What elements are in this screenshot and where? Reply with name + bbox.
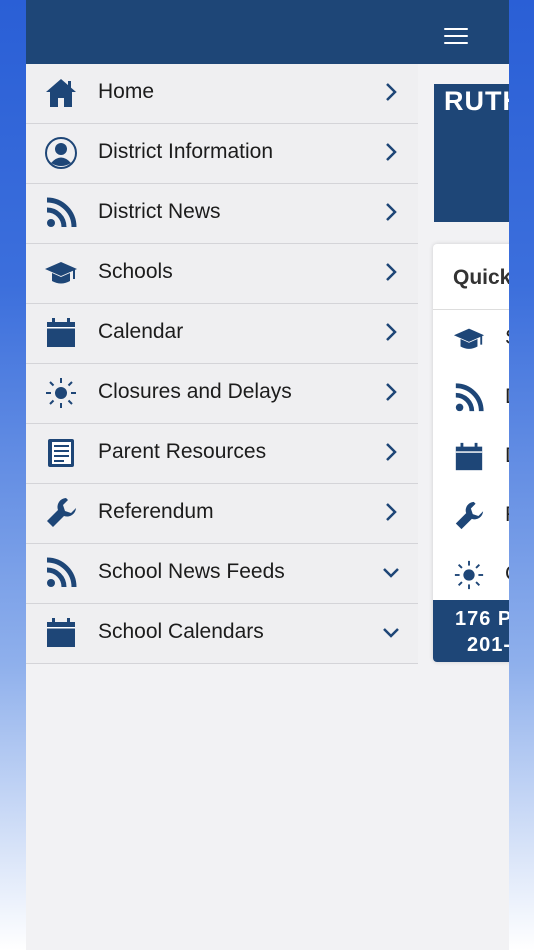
calendar-icon <box>47 618 75 647</box>
wrench-icon <box>47 498 76 527</box>
quick-link-schools[interactable]: S <box>453 318 509 358</box>
chevron-right-icon <box>386 203 397 221</box>
rss-icon <box>455 383 484 412</box>
chevron-down-icon <box>383 568 399 578</box>
quick-links-card: Quick S D D R C 176 P <box>433 244 509 662</box>
chevron-right-icon <box>386 263 397 281</box>
book-icon <box>48 439 74 467</box>
address-line-1: 176 P <box>455 608 509 630</box>
menu-item-referendum[interactable]: Referendum <box>26 484 418 544</box>
menu-item-label: Calendar <box>98 320 184 343</box>
rss-icon <box>46 197 77 228</box>
menu-item-district-news[interactable]: District News <box>26 184 418 244</box>
person-icon <box>45 137 77 169</box>
menu-item-label: Home <box>98 80 155 103</box>
menu-item-school-calendars[interactable]: School Calendars <box>26 604 418 664</box>
menu-item-calendar[interactable]: Calendar <box>26 304 418 364</box>
quick-links-title: Quick <box>453 266 509 289</box>
quick-link-label: D <box>505 444 509 468</box>
chevron-right-icon <box>386 83 397 101</box>
quick-link-label: C <box>505 562 509 586</box>
calendar-icon <box>455 442 483 471</box>
home-icon <box>46 79 76 107</box>
chevron-right-icon <box>386 323 397 341</box>
chevron-right-icon <box>386 383 397 401</box>
menu-item-parent-resources[interactable]: Parent Resources <box>26 424 418 484</box>
quick-link-referendum[interactable]: R <box>453 495 509 535</box>
divider <box>433 309 509 310</box>
menu-item-label: Closures and Delays <box>98 380 292 403</box>
address-footer: 176 P 201- <box>433 600 509 662</box>
graduation-cap-icon <box>45 262 77 284</box>
chevron-down-icon <box>383 628 399 638</box>
app-screen: RUTH Quick S D D R C <box>26 0 509 950</box>
top-navigation-bar <box>26 0 509 64</box>
menu-item-label: Schools <box>98 260 173 283</box>
menu-item-label: School Calendars <box>98 620 264 643</box>
menu-item-label: District News <box>98 200 221 223</box>
rss-icon <box>46 557 77 588</box>
banner-title: RUTH <box>444 86 509 116</box>
chevron-right-icon <box>386 503 397 521</box>
menu-item-closures-and-delays[interactable]: Closures and Delays <box>26 364 418 424</box>
quick-link-label: D <box>505 385 509 409</box>
quick-link-label: S <box>505 326 509 350</box>
chevron-right-icon <box>386 143 397 161</box>
calendar-icon <box>47 318 75 347</box>
sun-icon <box>46 378 76 408</box>
menu-item-label: Referendum <box>98 500 214 523</box>
quick-link-calendar[interactable]: D <box>453 436 509 476</box>
chevron-right-icon <box>386 443 397 461</box>
menu-item-label: School News Feeds <box>98 560 285 583</box>
graduation-cap-icon <box>453 328 485 349</box>
menu-item-district-information[interactable]: District Information <box>26 124 418 184</box>
hamburger-icon[interactable] <box>444 28 468 46</box>
quick-link-news[interactable]: D <box>453 377 509 417</box>
district-banner: RUTH <box>434 84 509 222</box>
quick-link-label: R <box>505 503 509 527</box>
quick-link-closures[interactable]: C <box>453 554 509 594</box>
navigation-drawer: Home District Information District News … <box>26 64 418 950</box>
menu-item-school-news-feeds[interactable]: School News Feeds <box>26 544 418 604</box>
menu-item-home[interactable]: Home <box>26 64 418 124</box>
wrench-icon <box>455 501 484 530</box>
menu-item-label: District Information <box>98 140 274 163</box>
address-line-2: 201- <box>467 634 509 656</box>
menu-item-schools[interactable]: Schools <box>26 244 418 304</box>
menu-item-label: Parent Resources <box>98 440 267 463</box>
sun-icon <box>454 560 484 590</box>
